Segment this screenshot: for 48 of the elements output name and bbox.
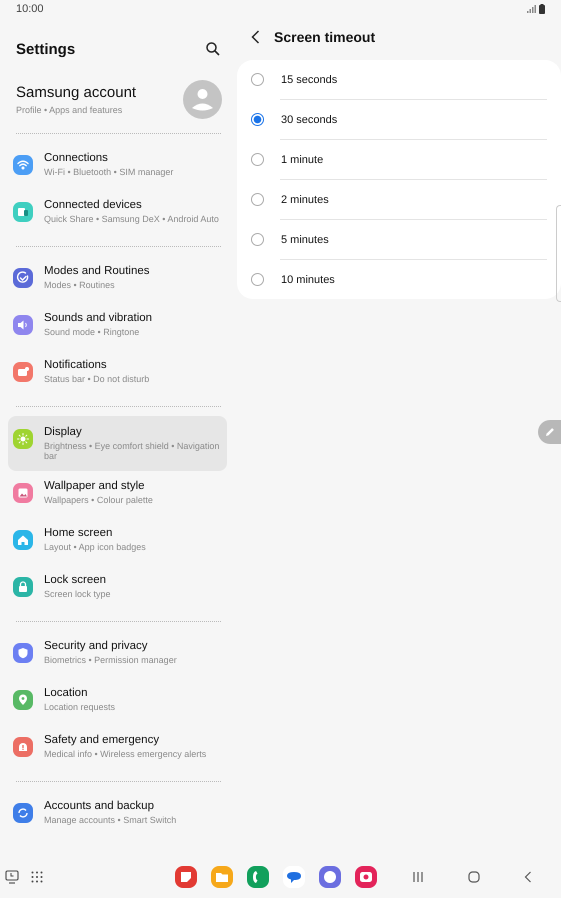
timeout-option[interactable]: 30 seconds [280, 99, 547, 139]
camera-app-icon[interactable] [355, 866, 377, 888]
timeout-option[interactable]: 2 minutes [280, 179, 547, 219]
timeout-option[interactable]: 1 minute [280, 139, 547, 179]
back-icon[interactable] [524, 871, 532, 883]
app-grid-icon[interactable] [31, 871, 43, 883]
radio-button[interactable] [251, 273, 264, 286]
settings-item[interactable]: Home screen Layout • App icon badges [8, 518, 227, 565]
monitor-clock-icon[interactable] [5, 870, 19, 884]
settings-item[interactable]: Safety and emergency Medical info • Wireless emergency alerts [8, 725, 227, 772]
radio-button[interactable] [251, 193, 264, 206]
account-name: Samsung account [16, 84, 136, 101]
settings-item[interactable]: Sounds and vibration Sound mode • Ringtone [8, 303, 227, 350]
account-subtitle: Profile • Apps and features [16, 105, 124, 115]
scroll-handle[interactable] [556, 205, 561, 302]
account-row[interactable]: Samsung account Profile • Apps and features [8, 80, 227, 133]
settings-item[interactable]: Connections Wi-Fi • Bluetooth • SIM manager [8, 143, 227, 190]
edge-panel-handle[interactable] [538, 420, 561, 444]
settings-item[interactable]: Connected devices Quick Share • Samsung DeX • Android Auto [8, 190, 227, 237]
pencil-icon [544, 427, 554, 437]
avatar-icon [183, 80, 222, 119]
battery-icon [539, 4, 545, 14]
settings-item[interactable]: Security and privacy Biometrics • Permission manager [8, 631, 227, 678]
status-time: 10:00 [16, 3, 44, 15]
back-icon[interactable] [251, 30, 260, 44]
radio-button[interactable] [251, 73, 264, 86]
home-icon[interactable] [468, 871, 480, 883]
phone-app-icon[interactable] [247, 866, 269, 888]
settings-item[interactable]: Lock screen Screen lock type [8, 565, 227, 612]
settings-item[interactable]: Wallpaper and style Wallpapers • Colour palette [8, 471, 227, 518]
timeout-option[interactable]: 5 minutes [280, 219, 547, 259]
settings-item[interactable]: Accounts and backup Manage accounts • Smart Switch [8, 791, 227, 838]
search-icon[interactable] [206, 42, 220, 56]
settings-item[interactable]: Location Location requests [8, 678, 227, 725]
radio-button[interactable] [251, 153, 264, 166]
recent-apps-icon[interactable] [412, 871, 424, 883]
page-title: Screen timeout [274, 29, 376, 45]
chat-app-icon[interactable] [283, 866, 305, 888]
settings-title: Settings [16, 40, 76, 58]
settings-item[interactable]: Notifications Status bar • Do not disturb [8, 350, 227, 397]
notes-app-icon[interactable] [175, 866, 197, 888]
timeout-option[interactable]: 10 minutes [280, 259, 547, 299]
settings-item[interactable]: Modes and Routines Modes • Routines [8, 256, 227, 303]
settings-item[interactable]: Display Brightness • Eye comfort shield • Navigation bar [8, 416, 227, 471]
radio-button[interactable] [251, 233, 264, 246]
signal-icon [527, 5, 536, 13]
radio-button[interactable] [251, 113, 264, 126]
timeout-option[interactable]: 15 seconds [251, 60, 547, 99]
